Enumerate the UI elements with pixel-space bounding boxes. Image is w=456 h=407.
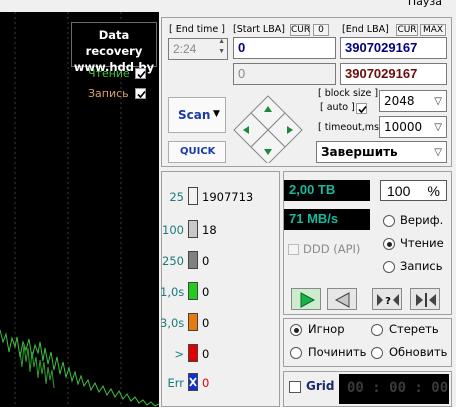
stat-value: 18: [202, 223, 217, 237]
block-size-value: 2048: [384, 94, 415, 108]
random-seek-icon: ?: [377, 294, 399, 307]
stat-color-box: [188, 187, 198, 205]
timer-value: 00 : 00 : 00: [347, 380, 449, 396]
title-strip: [0, 0, 456, 12]
stat-label: Err: [167, 376, 184, 390]
stat-label: >: [174, 347, 184, 361]
stat-color-box: [188, 313, 198, 331]
ignore-label: Игнор: [308, 322, 345, 336]
reverse-icon: [334, 292, 350, 308]
erase-label: Стереть: [389, 322, 439, 336]
timeout-label: [ timeout,ms ]: [318, 122, 386, 133]
block-size-label: [ block size ]: [318, 88, 379, 99]
pause-menu[interactable]: Пауза: [408, 0, 442, 8]
start-lba-label: [Start LBA]: [233, 24, 285, 35]
ddd-label: DDD (API): [303, 242, 361, 256]
stat-value: 1907713: [202, 190, 254, 204]
legend-write-checkbox[interactable]: [135, 88, 146, 99]
chevron-down-icon: ▽: [434, 147, 442, 158]
dropdown-arrow-icon: ▼: [213, 109, 220, 119]
block-size-select[interactable]: 2048 ▽: [379, 90, 447, 112]
end-time-input[interactable]: 2:24 ▲ ▼: [168, 38, 228, 60]
legend-write-label: Запись: [88, 87, 129, 100]
refresh-label: Обновить: [389, 345, 448, 359]
error-x-icon: [189, 377, 197, 387]
repair-radio[interactable]: [290, 347, 302, 359]
chevron-down-icon: ▽: [434, 96, 442, 107]
verify-radio[interactable]: [383, 215, 395, 227]
start-lba-current: 0: [233, 63, 336, 85]
grid-label: Grid: [306, 379, 335, 393]
stat-color-box: [188, 373, 198, 391]
quick-button[interactable]: QUICK: [168, 141, 226, 163]
random-seek-button[interactable]: ?: [372, 288, 402, 310]
percent-display: 100 %: [380, 180, 447, 201]
end-lba-input[interactable]: 3907029167: [340, 37, 447, 59]
read-mode-label: Чтение: [400, 236, 444, 250]
speed-display: 71 MB/s: [284, 209, 370, 230]
start-cur-value: 0: [313, 24, 329, 36]
timeout-select[interactable]: 10000 ▽: [379, 116, 447, 138]
quick-label: QUICK: [180, 146, 216, 157]
stat-label: 250: [162, 254, 184, 268]
auto-checkbox[interactable]: [356, 103, 367, 114]
ignore-radio[interactable]: [290, 324, 302, 336]
spin-arrows-icon[interactable]: ▲ ▼: [218, 37, 225, 57]
read-radio[interactable]: [383, 238, 395, 250]
stat-value: 0: [202, 316, 210, 330]
end-time-value: 2:24: [173, 42, 197, 56]
stat-color-box: [188, 220, 198, 238]
chevron-down-icon: ▽: [434, 122, 442, 133]
auto-label: [ auto ]: [320, 102, 355, 113]
stat-value: 0: [202, 285, 210, 299]
direction-pad[interactable]: [233, 93, 303, 163]
scan-label: Scan: [178, 108, 211, 122]
percent-sign: %: [427, 183, 440, 199]
timer-display: 00 : 00 : 00: [339, 374, 449, 404]
end-lba-current: 3907029167: [340, 63, 447, 85]
refresh-radio[interactable]: [371, 347, 383, 359]
finish-action-select[interactable]: Завершить ▽: [316, 141, 447, 163]
stat-value: 0: [202, 254, 210, 268]
legend-read-label: Чтение: [88, 67, 130, 80]
butterfly-icon: [416, 293, 436, 307]
play-button[interactable]: [291, 288, 321, 310]
stat-value: 0: [202, 376, 210, 390]
start-lba-input[interactable]: 0: [233, 37, 336, 59]
end-lba-label: [End LBA]: [342, 24, 389, 35]
grid-checkbox[interactable]: [289, 381, 301, 393]
reverse-button[interactable]: [327, 288, 357, 310]
stat-label: 25: [169, 190, 184, 204]
scan-button[interactable]: Scan ▼: [168, 97, 226, 133]
ddd-checkbox[interactable]: [288, 244, 299, 255]
finish-action-value: Завершить: [321, 145, 398, 159]
write-mode-label: Запись: [400, 259, 443, 273]
butterfly-button[interactable]: [410, 288, 440, 310]
stat-color-box: [188, 251, 198, 269]
end-cur-button[interactable]: CUR: [396, 24, 418, 36]
end-max-button[interactable]: MAX: [420, 24, 446, 36]
speed-graph: Data recovery www.hdd.by Чтение Запись: [0, 12, 159, 407]
stat-color-box: [188, 344, 198, 362]
verify-label: Вериф.: [400, 213, 444, 227]
svg-text:?: ?: [385, 296, 391, 307]
capacity-display: 2,00 TB: [284, 180, 370, 201]
stat-label: 3,0s: [160, 316, 185, 330]
stat-value: 0: [202, 347, 210, 361]
erase-radio[interactable]: [371, 324, 383, 336]
watermark-line1: Data recovery: [85, 28, 143, 58]
stat-color-box: [188, 282, 198, 300]
percent-value: 100: [387, 183, 411, 199]
timeout-value: 10000: [384, 120, 423, 134]
watermark: Data recovery www.hdd.by: [71, 22, 157, 74]
stat-label: 1,0s: [160, 285, 185, 299]
stat-label: 100: [162, 223, 184, 237]
write-radio[interactable]: [383, 261, 395, 273]
repair-label: Починить: [308, 345, 367, 359]
legend-read-checkbox[interactable]: [135, 68, 146, 79]
read-speed-line: [0, 329, 159, 407]
start-cur-button[interactable]: CUR: [290, 24, 310, 36]
end-time-label: [ End time ]: [169, 24, 225, 35]
play-icon: [300, 292, 316, 308]
